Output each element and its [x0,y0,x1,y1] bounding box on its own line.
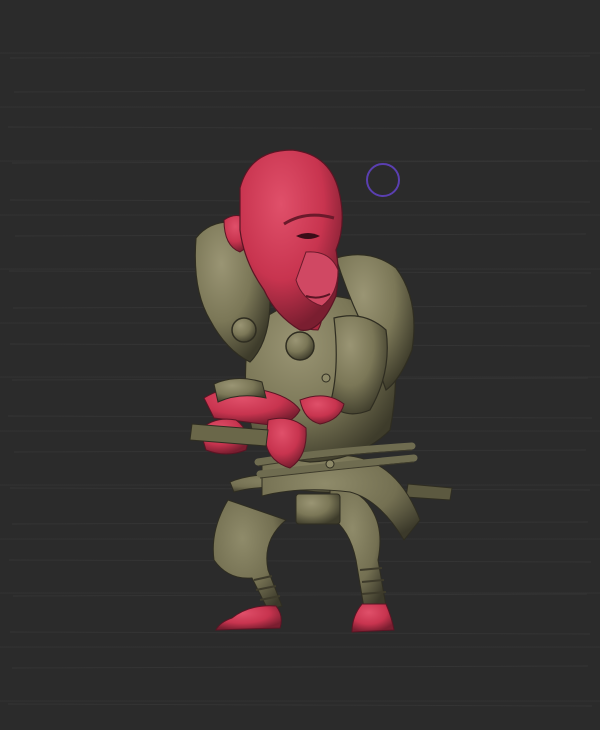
rivet-1 [321,373,331,383]
brush-cursor[interactable] [366,163,400,197]
left-leg [212,499,288,611]
medallion-left [231,317,257,343]
left-foot [215,605,282,631]
sculpt-model-render[interactable] [0,0,600,730]
rivet-2 [325,459,335,469]
medallion-right [285,331,315,361]
sword-sheath [405,483,453,501]
right-foot [351,603,395,633]
belt-plate [295,493,341,525]
sculpt-viewport[interactable] [0,0,600,730]
